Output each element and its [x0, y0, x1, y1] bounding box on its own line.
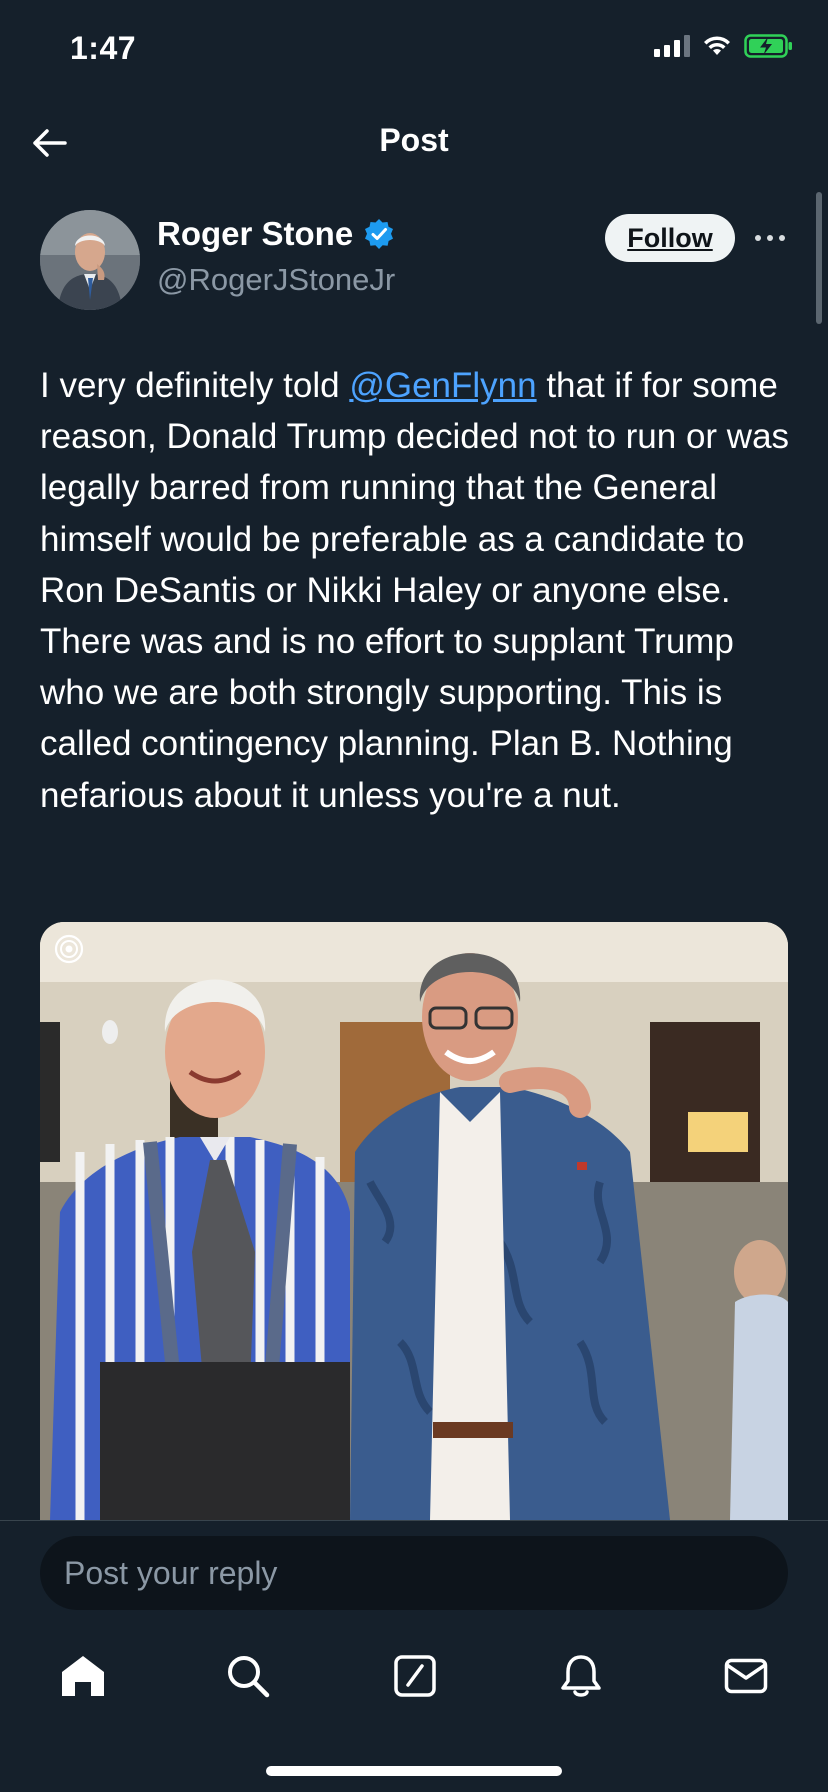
status-bar: 1:47 [0, 0, 828, 100]
author-name-row[interactable]: Roger Stone [157, 215, 395, 253]
author-handle[interactable]: @RogerJStoneJr [157, 262, 395, 298]
avatar-image [40, 210, 140, 310]
reply-input[interactable] [40, 1536, 788, 1610]
bottom-navigation [0, 1640, 828, 1710]
post-text-before: I very definitely told [40, 366, 350, 405]
more-options-button[interactable] [750, 218, 790, 258]
home-icon [62, 1656, 104, 1696]
notifications-bell-icon [561, 1655, 601, 1697]
post-text-after: that if for some reason, Donald Trump de… [40, 366, 790, 815]
more-horizontal-icon [755, 235, 785, 241]
follow-button[interactable]: Follow [605, 214, 735, 262]
media-badge-icon [54, 934, 84, 964]
messages-envelope-icon [724, 1658, 768, 1694]
compose-icon [394, 1655, 436, 1697]
nav-compose[interactable] [387, 1648, 443, 1704]
author-name[interactable]: Roger Stone [157, 215, 353, 253]
page-title: Post [379, 122, 449, 158]
verified-badge-icon [365, 219, 394, 249]
nav-notifications[interactable] [553, 1648, 609, 1704]
nav-search[interactable] [220, 1648, 276, 1704]
post-screen: 1:47 Post Roger Stone @RogerJStoneJr Fol… [0, 0, 828, 1792]
battery-charging-icon [744, 34, 792, 58]
wifi-icon [704, 36, 730, 55]
post-photo[interactable] [40, 922, 788, 1520]
top-header: Post [0, 100, 828, 186]
author-avatar[interactable] [40, 210, 140, 310]
mention-link[interactable]: @GenFlynn [349, 366, 536, 405]
signal-icon [654, 35, 690, 57]
post-text: I very definitely told @GenFlynn that if… [40, 360, 800, 821]
status-icons [654, 34, 794, 58]
nav-home[interactable] [55, 1648, 111, 1704]
scroll-indicator[interactable] [816, 192, 822, 324]
search-icon [228, 1656, 270, 1698]
photo-image [40, 922, 788, 1520]
nav-messages[interactable] [718, 1648, 774, 1704]
home-indicator[interactable] [266, 1766, 562, 1776]
status-time: 1:47 [70, 30, 137, 66]
